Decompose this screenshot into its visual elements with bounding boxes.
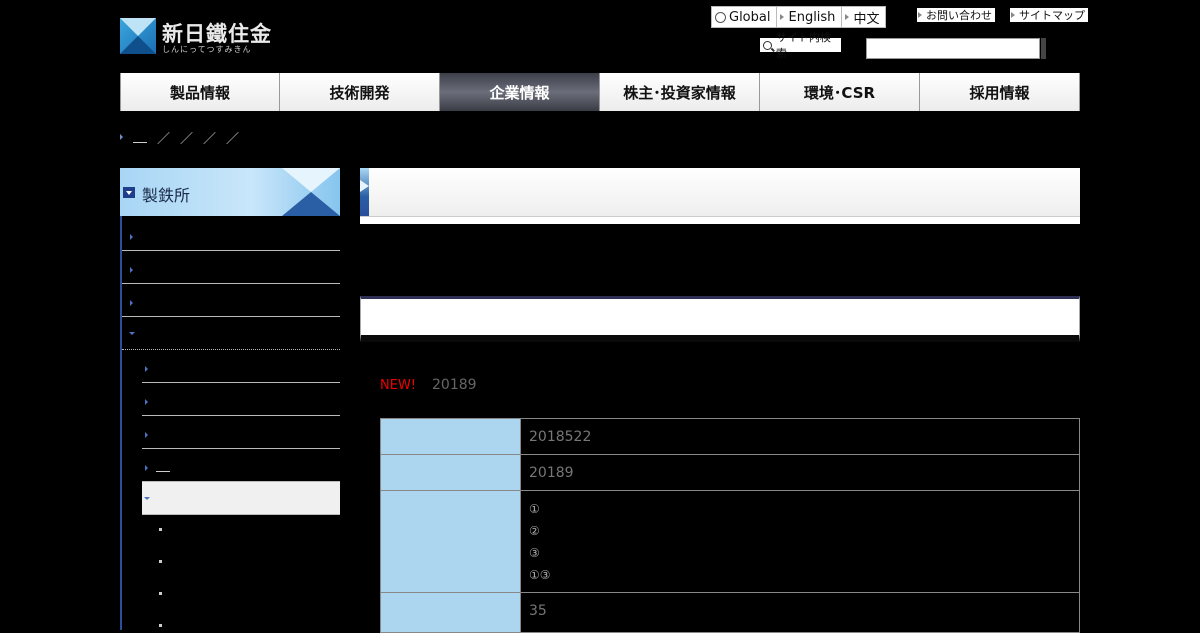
nav-item-products[interactable]: 製品情報 — [120, 73, 280, 111]
arrow-right-icon — [780, 14, 785, 20]
breadcrumb-arrow-icon — [120, 134, 123, 140]
language-bar: Global English 中文 — [711, 6, 887, 28]
arrow-right-icon — [918, 12, 922, 18]
breadcrumb-separator: ／ — [180, 131, 194, 147]
search-input[interactable] — [866, 38, 1040, 59]
sidebar-item[interactable] — [122, 218, 340, 251]
table-cell-line: ② — [529, 524, 540, 538]
arrow-right-icon — [130, 234, 133, 240]
breadcrumb-separator: ／ — [157, 131, 171, 147]
sidebar-subitem[interactable] — [142, 350, 340, 383]
table-cell-line: ①③ — [529, 568, 551, 582]
table-cell: ① ② ③ ①③ — [521, 491, 1079, 592]
breadcrumb-separator: ／ — [226, 131, 240, 147]
lang-link-english[interactable]: English — [777, 7, 843, 27]
table-header-cell — [381, 593, 521, 632]
new-badge: NEW! — [380, 378, 417, 393]
chevron-down-icon — [129, 332, 135, 335]
globe-icon — [715, 11, 726, 23]
chevron-down-icon — [123, 187, 135, 198]
nav-item-corporate[interactable]: 企業情報 — [440, 73, 600, 111]
chevron-down-icon — [144, 497, 150, 500]
sidebar-subitem[interactable] — [142, 449, 340, 482]
table-cell: 2018522 — [521, 419, 1079, 454]
company-logo[interactable]: 新日鐵住金 しんにってつすみきん — [120, 18, 290, 56]
sidebar-child-bullet[interactable] — [159, 528, 162, 531]
sidebar-item[interactable] — [122, 251, 340, 284]
table-row: 2018522 — [380, 418, 1080, 455]
sidebar-subitem-selected[interactable] — [142, 482, 340, 515]
sitemap-link[interactable]: サイトマップ — [1010, 8, 1088, 22]
table-cell: 35 — [521, 593, 1079, 632]
arrow-right-icon — [130, 267, 133, 273]
lang-link-global[interactable]: Global — [712, 7, 778, 27]
page-title-bar — [360, 168, 1080, 216]
sidebar-heading-label: 製鉄所 — [142, 186, 191, 205]
nav-item-csr[interactable]: 環境･CSR — [760, 73, 920, 111]
sidebar-child-bullet[interactable] — [159, 560, 162, 563]
table-header-cell — [381, 491, 521, 592]
table-cell-line: ③ — [529, 546, 540, 560]
title-bar-bottom — [360, 216, 1080, 224]
news-date: 20189 — [432, 377, 477, 393]
table-header-cell — [381, 455, 521, 490]
arrow-right-icon — [130, 300, 133, 306]
table-cell: 20189 — [521, 455, 1079, 490]
sidebar-child-bullet[interactable] — [159, 592, 162, 595]
table-cell-line: ① — [529, 502, 540, 516]
search-button[interactable] — [1041, 38, 1046, 59]
table-row: 35 — [380, 593, 1080, 633]
subitem-placeholder-line — [156, 471, 170, 472]
logo-kana: しんにってつすみきん — [162, 45, 252, 54]
lang-link-chinese[interactable]: 中文 — [842, 7, 885, 27]
arrow-right-icon — [145, 399, 148, 405]
info-table: 2018522 20189 ① ② ③ ①③ 35 — [380, 418, 1080, 633]
table-header-cell — [381, 419, 521, 454]
nav-item-recruit[interactable]: 採用情報 — [920, 73, 1080, 111]
arrow-right-icon — [1011, 12, 1015, 18]
arrow-right-icon — [145, 366, 148, 372]
search-icon — [763, 40, 772, 50]
title-accent-icon — [360, 168, 369, 216]
breadcrumb-item[interactable] — [133, 141, 147, 143]
global-nav: 製品情報 技術開発 企業情報 株主･投資家情報 環境･CSR 採用情報 — [120, 73, 1080, 111]
site-search-label: サイト内検索 — [760, 31, 841, 60]
sidebar-item-expanded[interactable] — [122, 317, 340, 350]
arrow-right-icon — [145, 432, 148, 438]
heading-decoration — [282, 168, 340, 216]
nav-item-investors[interactable]: 株主･投資家情報 — [600, 73, 760, 111]
sidebar-heading[interactable]: 製鉄所 — [120, 168, 340, 216]
sidebar-subitem[interactable] — [142, 416, 340, 449]
breadcrumb: ／ ／ ／ ／ — [120, 130, 240, 147]
nav-item-technology[interactable]: 技術開発 — [280, 73, 440, 111]
logo-mark-icon — [120, 18, 156, 54]
table-row: 20189 — [380, 455, 1080, 491]
arrow-right-icon — [845, 14, 850, 20]
contact-link[interactable]: お問い合わせ — [917, 8, 995, 22]
sidebar-item[interactable] — [122, 284, 340, 317]
arrow-right-icon — [145, 465, 148, 471]
breadcrumb-separator: ／ — [203, 131, 217, 147]
section-heading-bar — [360, 296, 1080, 342]
sidebar-subitem[interactable] — [142, 383, 340, 416]
sidebar-child-bullet[interactable] — [159, 624, 162, 627]
table-row: ① ② ③ ①③ — [380, 491, 1080, 593]
